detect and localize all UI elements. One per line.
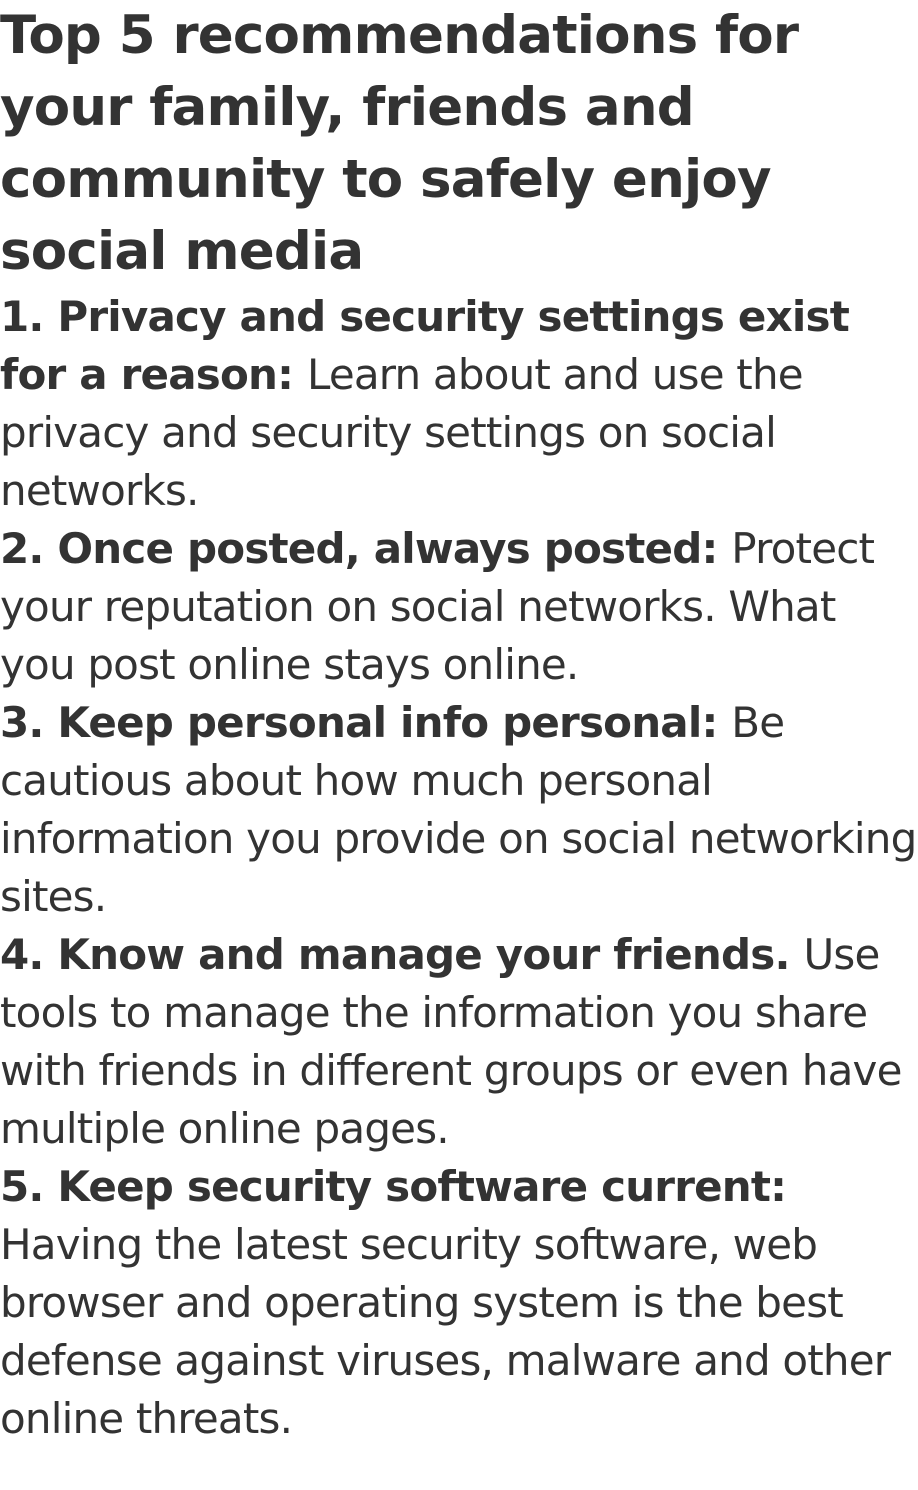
item-heading: 4. Know and manage your friends. [0,930,804,979]
page-title: Top 5 recommendations for your family, f… [0,5,799,282]
list-item: 3. Keep personal info personal: Be cauti… [0,694,918,926]
item-text: Having the latest security software, web… [0,1220,891,1443]
list-item: 5. Keep security software current: Havin… [0,1158,918,1448]
item-heading: 3. Keep personal info personal: [0,698,732,747]
recommendations-list: 1. Privacy and security settings exist f… [0,288,918,1448]
list-item: 4. Know and manage your friends. Use too… [0,926,918,1158]
list-item: 1. Privacy and security settings exist f… [0,288,918,520]
list-item: 2. Once posted, always posted: Protect y… [0,520,918,694]
article: Top 5 recommendations for your family, f… [0,0,918,1448]
item-heading: 5. Keep security software current: [0,1162,787,1211]
item-heading: 2. Once posted, always posted: [0,524,732,573]
